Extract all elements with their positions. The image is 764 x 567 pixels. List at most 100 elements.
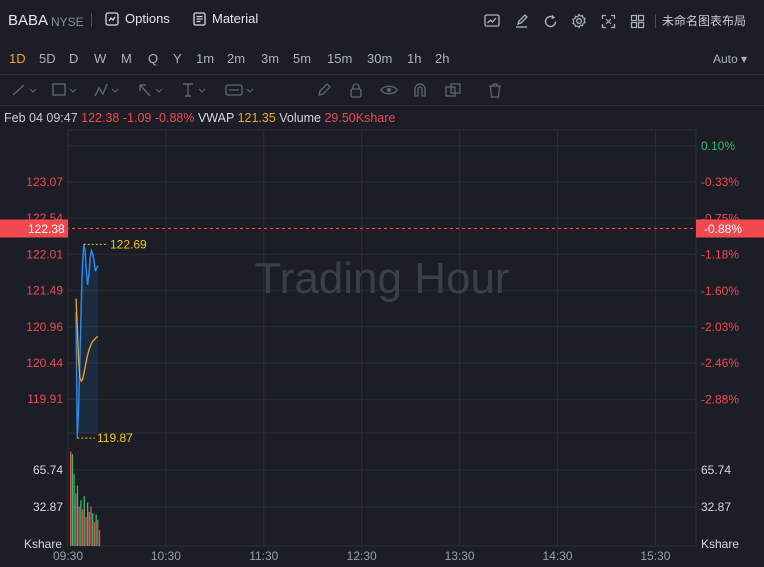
period-30m[interactable]: 30m — [367, 51, 392, 66]
chart-icon[interactable] — [478, 9, 507, 33]
volume-bar — [87, 502, 89, 546]
period-5m[interactable]: 5m — [293, 51, 311, 66]
volume-bar — [90, 506, 92, 546]
drawing-toolbar — [0, 74, 764, 106]
volume-bar — [98, 530, 101, 547]
axis-labels: 122.69119.87123.07122.54122.01121.49120.… — [0, 139, 764, 563]
magnet-icon[interactable] — [412, 82, 428, 101]
volume-bar — [93, 522, 96, 546]
price-axis-label: 120.96 — [26, 320, 63, 334]
auto-dropdown[interactable]: Auto ▾ — [713, 52, 747, 66]
volume-bar — [76, 485, 79, 546]
period-d[interactable]: D — [69, 51, 78, 66]
eye-icon[interactable] — [380, 82, 398, 101]
period-1d[interactable]: 1D — [9, 51, 26, 66]
rect-tool-icon[interactable] — [51, 82, 77, 101]
period-1m[interactable]: 1m — [196, 51, 214, 66]
exchange: NYSE — [51, 15, 84, 29]
volume-bar — [73, 473, 75, 546]
volume-axis-label: 32.87 — [33, 500, 63, 514]
volume-bar — [88, 511, 90, 546]
pct-axis-label: -1.18% — [701, 248, 739, 262]
price-axis-label: 123.07 — [26, 175, 63, 189]
period-bar: 1D 5D D W M Q Y 1m 2m 3m 5m 15m 30m 1h 2… — [0, 46, 764, 70]
low-label: 119.87 — [97, 431, 133, 445]
pct-axis-label: -0.33% — [701, 175, 739, 189]
period-w[interactable]: W — [94, 51, 106, 66]
period-y[interactable]: Y — [173, 51, 182, 66]
material-label: Material — [212, 11, 259, 26]
period-1h[interactable]: 1h — [407, 51, 421, 66]
pen-tool-icon[interactable] — [93, 82, 119, 101]
price-legend: Feb 04 09:47 122.38 -1.09 -0.88% VWAP 12… — [4, 111, 395, 125]
volume-axis-right-label: Kshare — [701, 537, 739, 551]
volume-bar — [81, 509, 84, 547]
last-price-tag-text: 122.38 — [28, 222, 65, 236]
legend-vwap-label: VWAP — [197, 111, 235, 125]
layout-name[interactable]: 未命名图表布局 — [654, 14, 764, 28]
price-axis-label: 122.01 — [26, 247, 63, 261]
price-axis-label: 119.91 — [27, 392, 63, 406]
legend-vwap-value: 121.35 — [237, 111, 276, 125]
legend-datetime: Feb 04 09:47 — [4, 111, 78, 125]
divider — [91, 13, 92, 27]
material-button[interactable]: Material — [193, 11, 258, 26]
toolbar-icons: 未命名图表布局 — [478, 9, 764, 33]
price-axis-label: 120.44 — [26, 356, 63, 370]
time-axis-label: 11:30 — [249, 549, 278, 563]
trash-icon[interactable] — [488, 82, 502, 101]
period-2h[interactable]: 2h — [435, 51, 449, 66]
fullscreen-icon[interactable] — [594, 9, 623, 33]
volume-bar — [95, 514, 97, 546]
period-5d[interactable]: 5D — [39, 51, 56, 66]
line-tool-icon[interactable] — [11, 82, 37, 101]
text-tool-icon[interactable] — [180, 82, 206, 101]
time-axis-label: 10:30 — [151, 549, 181, 563]
volume-bar — [85, 517, 87, 546]
layers-icon[interactable] — [444, 82, 462, 101]
auto-label: Auto — [712, 52, 738, 66]
refresh-icon[interactable] — [536, 9, 565, 33]
period-3m[interactable]: 3m — [261, 51, 279, 66]
edit-icon[interactable] — [507, 9, 536, 33]
period-q[interactable]: Q — [148, 51, 158, 66]
volume-axis-right-label: 65.74 — [701, 463, 731, 477]
volume-bar — [78, 506, 80, 546]
symbol[interactable]: BABA — [8, 12, 48, 29]
arrow-tool-icon[interactable] — [137, 82, 163, 101]
last-pct-tag-text: -0.88% — [704, 222, 742, 236]
volume-bar — [71, 454, 73, 546]
volume-bar — [75, 493, 77, 546]
price-axis-label: 121.49 — [26, 284, 63, 298]
options-label: Options — [125, 11, 170, 26]
top-bar: BABA NYSE Options Material 未命名图表布局 — [0, 0, 764, 42]
volume-bar — [83, 496, 85, 546]
volume-axis-right-label: 32.87 — [701, 500, 731, 514]
time-axis-label: 12:30 — [347, 549, 377, 563]
period-2m[interactable]: 2m — [227, 51, 245, 66]
watermark: Trading Hour — [254, 254, 509, 303]
time-axis-label: 15:30 — [640, 549, 670, 563]
volume-bar — [70, 451, 72, 546]
price-chart[interactable]: Trading Hour 122.69119.87123.07122.54122… — [0, 128, 764, 567]
period-15m[interactable]: 15m — [327, 51, 352, 66]
legend-price: 122.38 — [81, 111, 120, 125]
volume-bar — [80, 500, 82, 546]
legend-change: -1.09 — [122, 111, 152, 125]
pct-axis-label: -2.46% — [701, 356, 739, 370]
volume-bar — [92, 513, 94, 546]
lock-icon[interactable] — [348, 82, 364, 101]
period-m[interactable]: M — [121, 51, 132, 66]
options-button[interactable]: Options — [105, 11, 170, 26]
pencil-icon[interactable] — [316, 82, 332, 101]
volume-bar — [97, 519, 99, 547]
legend-change-pct: -0.88% — [154, 111, 195, 125]
grid-icon[interactable] — [623, 9, 652, 33]
pct-axis-label: -1.60% — [701, 284, 739, 298]
volume-bars — [70, 451, 101, 547]
label-tool-icon[interactable] — [224, 82, 254, 101]
pct-axis-label: -2.03% — [701, 320, 739, 334]
time-axis-label: 14:30 — [542, 549, 572, 563]
time-axis-label: 13:30 — [445, 549, 475, 563]
settings-icon[interactable] — [565, 9, 594, 33]
